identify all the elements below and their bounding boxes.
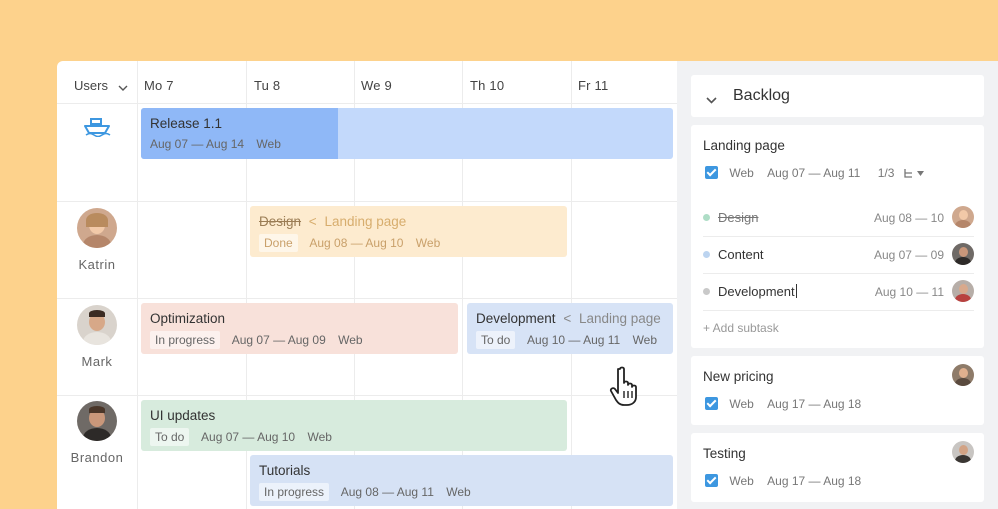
card-title: Landing page <box>703 138 785 153</box>
backlog-card-landing-page[interactable]: Landing page Web Aug 07 — Aug 11 1/3 Des… <box>691 125 984 348</box>
subtask-count[interactable]: 1/3 <box>878 166 895 180</box>
row-divider <box>57 201 677 202</box>
checkbox-checked-icon[interactable] <box>705 474 718 488</box>
status-badge: In progress <box>150 331 221 349</box>
release-bar[interactable]: Release 1.1 Aug 07 — Aug 14 Web <box>141 108 673 159</box>
grid-line <box>137 61 138 509</box>
timeline-header: Users Mo 7 Tu 8 We 9 Th 10 Fr 11 <box>57 61 677 104</box>
checkbox-checked-icon[interactable] <box>705 166 718 180</box>
subtask-dates: Aug 07 — 09 <box>873 248 944 262</box>
avatar <box>77 208 117 248</box>
status-dot <box>703 251 710 258</box>
avatar <box>952 206 974 228</box>
card-dates: Aug 17 — Aug 18 <box>767 396 862 411</box>
user-katrin[interactable]: Katrin <box>57 208 137 272</box>
task-dates: Aug 08 — Aug 10 <box>309 236 404 250</box>
status-dot <box>703 214 710 221</box>
subtask-name-input[interactable]: Development <box>718 284 797 299</box>
caret-down-icon[interactable] <box>917 166 925 180</box>
row-divider <box>57 395 677 396</box>
user-name: Mark <box>81 354 113 369</box>
subtask-row[interactable]: Content Aug 07 — 09 <box>703 236 974 274</box>
day-header: Mo 7 <box>144 78 174 93</box>
add-subtask-button[interactable]: + Add subtask <box>703 321 779 335</box>
task-bar-development[interactable]: Development < Landing page To do Aug 10 … <box>467 303 673 354</box>
avatar <box>952 441 974 463</box>
app-panel: Users Mo 7 Tu 8 We 9 Th 10 Fr 11 Release… <box>57 61 998 509</box>
card-tag: Web <box>729 396 754 411</box>
release-dates: Aug 07 — Aug 14 <box>150 137 245 151</box>
backlog-card-testing[interactable]: Testing Web Aug 17 — Aug 18 <box>691 433 984 502</box>
backlog-title: Backlog <box>733 87 790 104</box>
parent-task-link[interactable]: Landing page <box>579 311 661 326</box>
task-tag: Web <box>338 333 363 347</box>
subtask-dates: Aug 08 — 10 <box>873 211 944 225</box>
subtask-name: Content <box>718 247 764 262</box>
task-dates: Aug 10 — Aug 11 <box>527 333 621 347</box>
day-header: Tu 8 <box>254 78 281 93</box>
avatar <box>952 243 974 265</box>
task-dates: Aug 07 — Aug 09 <box>231 333 326 347</box>
avatar <box>77 305 117 345</box>
subtask-row[interactable]: Development Aug 10 — 11 <box>703 273 974 311</box>
task-bar-tutorials[interactable]: Tutorials In progress Aug 08 — Aug 11 We… <box>250 455 673 506</box>
hand-cursor-icon <box>609 365 643 412</box>
subtask-tree-icon[interactable] <box>903 166 917 180</box>
task-title: Optimization <box>150 311 226 326</box>
day-header: Th 10 <box>470 78 505 93</box>
parent-task-link[interactable]: Landing page <box>324 214 406 229</box>
status-dot <box>703 288 710 295</box>
task-title: Design <box>259 214 302 229</box>
chevron-down-icon[interactable] <box>706 91 717 109</box>
subtask-row[interactable]: Design Aug 08 — 10 <box>703 199 974 237</box>
card-title: Testing <box>703 446 746 461</box>
status-badge: In progress <box>259 483 330 501</box>
task-tag: Web <box>446 485 471 499</box>
card-dates: Aug 17 — Aug 18 <box>767 473 862 488</box>
checkbox-checked-icon[interactable] <box>705 397 718 411</box>
task-title: UI updates <box>150 408 216 423</box>
card-title: New pricing <box>703 369 774 384</box>
card-tag: Web <box>729 165 754 180</box>
ship-icon <box>83 117 111 142</box>
users-dropdown[interactable]: Users <box>74 78 128 94</box>
chevron-down-icon <box>118 79 128 94</box>
status-badge: To do <box>150 428 190 446</box>
release-tag: Web <box>256 137 281 151</box>
status-badge: Done <box>259 234 298 252</box>
avatar <box>77 401 117 441</box>
subtask-dates: Aug 10 — 11 <box>874 285 944 299</box>
backlog-header[interactable]: Backlog <box>691 75 984 117</box>
row-divider <box>57 298 677 299</box>
avatar <box>952 364 974 386</box>
subtask-name: Design <box>718 210 759 225</box>
user-brandon[interactable]: Brandon <box>57 401 137 465</box>
status-badge: To do <box>476 331 516 349</box>
breadcrumb-separator: < <box>563 311 572 326</box>
task-bar-optimization[interactable]: Optimization In progress Aug 07 — Aug 09… <box>141 303 458 354</box>
task-title: Tutorials <box>259 463 311 478</box>
task-bar-design[interactable]: Design < Landing page Done Aug 08 — Aug … <box>250 206 567 257</box>
breadcrumb-separator: < <box>308 214 317 229</box>
task-tag: Web <box>307 430 332 444</box>
task-dates: Aug 08 — Aug 11 <box>340 485 434 499</box>
users-label: Users <box>74 78 108 93</box>
timeline: Users Mo 7 Tu 8 We 9 Th 10 Fr 11 Release… <box>57 61 677 509</box>
user-mark[interactable]: Mark <box>57 305 137 369</box>
backlog-card-new-pricing[interactable]: New pricing Web Aug 17 — Aug 18 <box>691 356 984 425</box>
day-header: Fr 11 <box>578 78 609 93</box>
task-tag: Web <box>415 236 441 250</box>
task-title: Development <box>476 311 556 326</box>
avatar <box>952 280 974 302</box>
card-tag: Web <box>729 473 754 488</box>
task-bar-ui-updates[interactable]: UI updates To do Aug 07 — Aug 10 Web <box>141 400 567 451</box>
day-header: We 9 <box>361 78 392 93</box>
user-name: Brandon <box>70 450 124 465</box>
task-tag: Web <box>632 333 658 347</box>
task-dates: Aug 07 — Aug 10 <box>201 430 296 444</box>
card-dates: Aug 07 — Aug 11 <box>767 165 861 180</box>
backlog-panel: Backlog Landing page Web Aug 07 — Aug 11… <box>677 61 998 509</box>
release-title: Release 1.1 <box>150 116 223 131</box>
user-name: Katrin <box>78 257 116 272</box>
